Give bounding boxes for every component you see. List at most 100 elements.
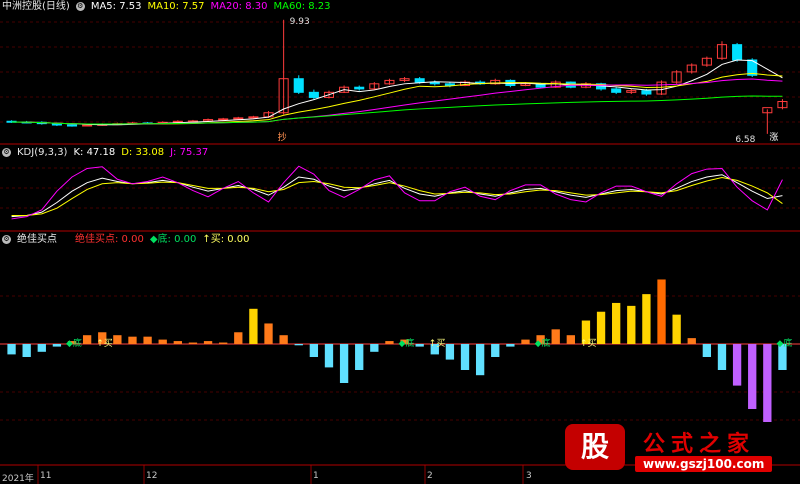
indicator-bar xyxy=(732,344,742,386)
indicator-bar xyxy=(324,344,334,368)
ma-line-ma60 xyxy=(11,95,783,125)
indicator-bar xyxy=(521,339,530,344)
watermark-title: 公式之家 xyxy=(643,432,756,457)
kdj-line-j xyxy=(11,165,783,220)
indicator-bar xyxy=(612,302,621,344)
indicator-bar xyxy=(37,344,46,352)
indicator-bar xyxy=(748,344,757,409)
indicator-bar xyxy=(188,342,198,344)
indicator-marker: ↑买 xyxy=(429,338,446,349)
indicator-bar xyxy=(551,329,560,344)
stock-chart-window: 9.93 6.58 抄 涨 ◆底 ↑买 ◆底 ↑买 ◆底 ↑买 ◆底 中洲控股(日线) ⚙ MA5: 7… xyxy=(0,0,800,484)
indicator-bar xyxy=(158,339,167,344)
main-panel-header: 中洲控股(日线) ⚙ MA5: 7.53 MA10: 7.57 MA20: 8.30 MA… xyxy=(2,0,337,14)
indicator-bar xyxy=(355,344,364,370)
kdj-panel-header: ⚙ KDJ(9,3,3) K: 47.18 D: 33.08 J: 75.37 xyxy=(2,146,214,160)
ma-line-ma20 xyxy=(11,78,783,125)
indicator-v3-label: ↑买: 0.00 xyxy=(202,234,250,245)
indicator-marker: ↑买 xyxy=(580,338,597,349)
indicator-settings-icon[interactable]: ⚙ xyxy=(2,234,11,244)
indicator-bar xyxy=(475,344,485,376)
candle-body xyxy=(611,88,622,93)
indicator-bar xyxy=(491,344,500,357)
candle-body xyxy=(218,118,229,121)
indicator-bar xyxy=(219,342,228,344)
indicator-bar xyxy=(279,335,288,344)
indicator-bar xyxy=(566,335,575,344)
ma5-label: MA5: 7.53 xyxy=(90,1,142,12)
indicator-bar xyxy=(294,344,303,346)
indicator-bar xyxy=(264,323,273,344)
indicator-bar xyxy=(596,311,606,344)
watermark-logo: 股 xyxy=(565,424,625,470)
indicator-bar xyxy=(687,338,696,344)
candle-body xyxy=(82,124,93,127)
indicator-bar xyxy=(627,305,636,344)
candle-body xyxy=(414,78,425,83)
indicator-bar xyxy=(763,344,772,422)
ma-line-ma5 xyxy=(11,59,783,126)
ma-line-ma10 xyxy=(11,72,783,125)
indicator-bar xyxy=(173,341,182,344)
candle-body xyxy=(308,91,319,98)
k-label: K: 47.18 xyxy=(73,147,116,158)
indicator-bar xyxy=(642,294,651,344)
indicator-bar xyxy=(460,344,470,370)
candle-body xyxy=(641,90,652,95)
xaxis-label-2: 12 xyxy=(146,471,158,481)
indicator-marker: ↑买 xyxy=(96,338,113,349)
indicator-bar xyxy=(339,344,349,383)
indicator-bar xyxy=(385,341,394,344)
indicator-marker: ◆底 xyxy=(66,337,82,349)
indicator-marker: ◆底 xyxy=(776,337,792,349)
xaxis-label-4: 2 xyxy=(427,471,433,481)
candle-body xyxy=(66,124,78,127)
price-annotation: 6.58 xyxy=(735,135,755,145)
ma20-label: MA20: 8.30 xyxy=(210,1,268,12)
indicator-bar xyxy=(702,344,712,357)
candle-body xyxy=(293,78,304,93)
indicator-bar xyxy=(445,344,455,360)
xaxis-label-0: 2021年 xyxy=(2,474,34,484)
indicator-bar xyxy=(370,344,379,352)
indicator-bar xyxy=(717,344,727,370)
indicator-bar xyxy=(128,336,137,344)
indicator-bar xyxy=(22,344,31,357)
indicator-bar xyxy=(234,332,243,344)
watermark: 股 公式之家 www.gszj100.com xyxy=(555,422,785,478)
tag-sell: 涨 xyxy=(769,132,778,143)
indicator-bar xyxy=(249,308,258,344)
indicator-bar xyxy=(113,335,122,344)
indicator-marker: ◆底 xyxy=(399,337,415,349)
xaxis-label-3: 1 xyxy=(313,471,319,481)
indicator-bar xyxy=(672,314,681,344)
indicator-bar xyxy=(309,344,319,357)
kdj-title: KDJ(9,3,3) xyxy=(17,147,68,158)
candle-body xyxy=(732,44,743,61)
kdj-line-k xyxy=(11,174,783,218)
price-annotation: 9.93 xyxy=(290,17,310,27)
kdj-settings-icon[interactable]: ⚙ xyxy=(2,147,11,157)
j-label: J: 75.37 xyxy=(170,147,209,158)
indicator-title: 绝佳买点 xyxy=(17,234,57,245)
kdj-line-d xyxy=(11,177,783,217)
ma60-label: MA60: 8.23 xyxy=(273,1,331,12)
indicator-bar xyxy=(52,344,62,347)
settings-icon[interactable]: ⚙ xyxy=(75,1,85,11)
indicator-v1-label: 绝佳买点: 0.00 xyxy=(75,234,144,245)
indicator-bar xyxy=(82,335,92,344)
xaxis-label-5: 3 xyxy=(526,471,532,481)
indicator-bar xyxy=(657,279,666,344)
indicator-bar xyxy=(415,344,424,347)
d-label: D: 33.08 xyxy=(121,147,165,158)
tag-buy: 抄 xyxy=(278,131,287,143)
indicator-v2-label: ◆底: 0.00 xyxy=(149,234,197,245)
candle-body xyxy=(354,86,365,90)
watermark-url: www.gszj100.com xyxy=(635,456,773,472)
indicator-bar xyxy=(143,336,152,344)
indicator-bar xyxy=(203,341,213,344)
indicator-bar xyxy=(7,344,16,355)
indicator-bar xyxy=(506,344,515,347)
indicator-panel-header: ⚙ 绝佳买点 绝佳买点: 0.00 ◆底: 0.00 ↑买: 0.00 xyxy=(2,233,256,247)
stock-title: 中洲控股(日线) xyxy=(2,1,70,12)
